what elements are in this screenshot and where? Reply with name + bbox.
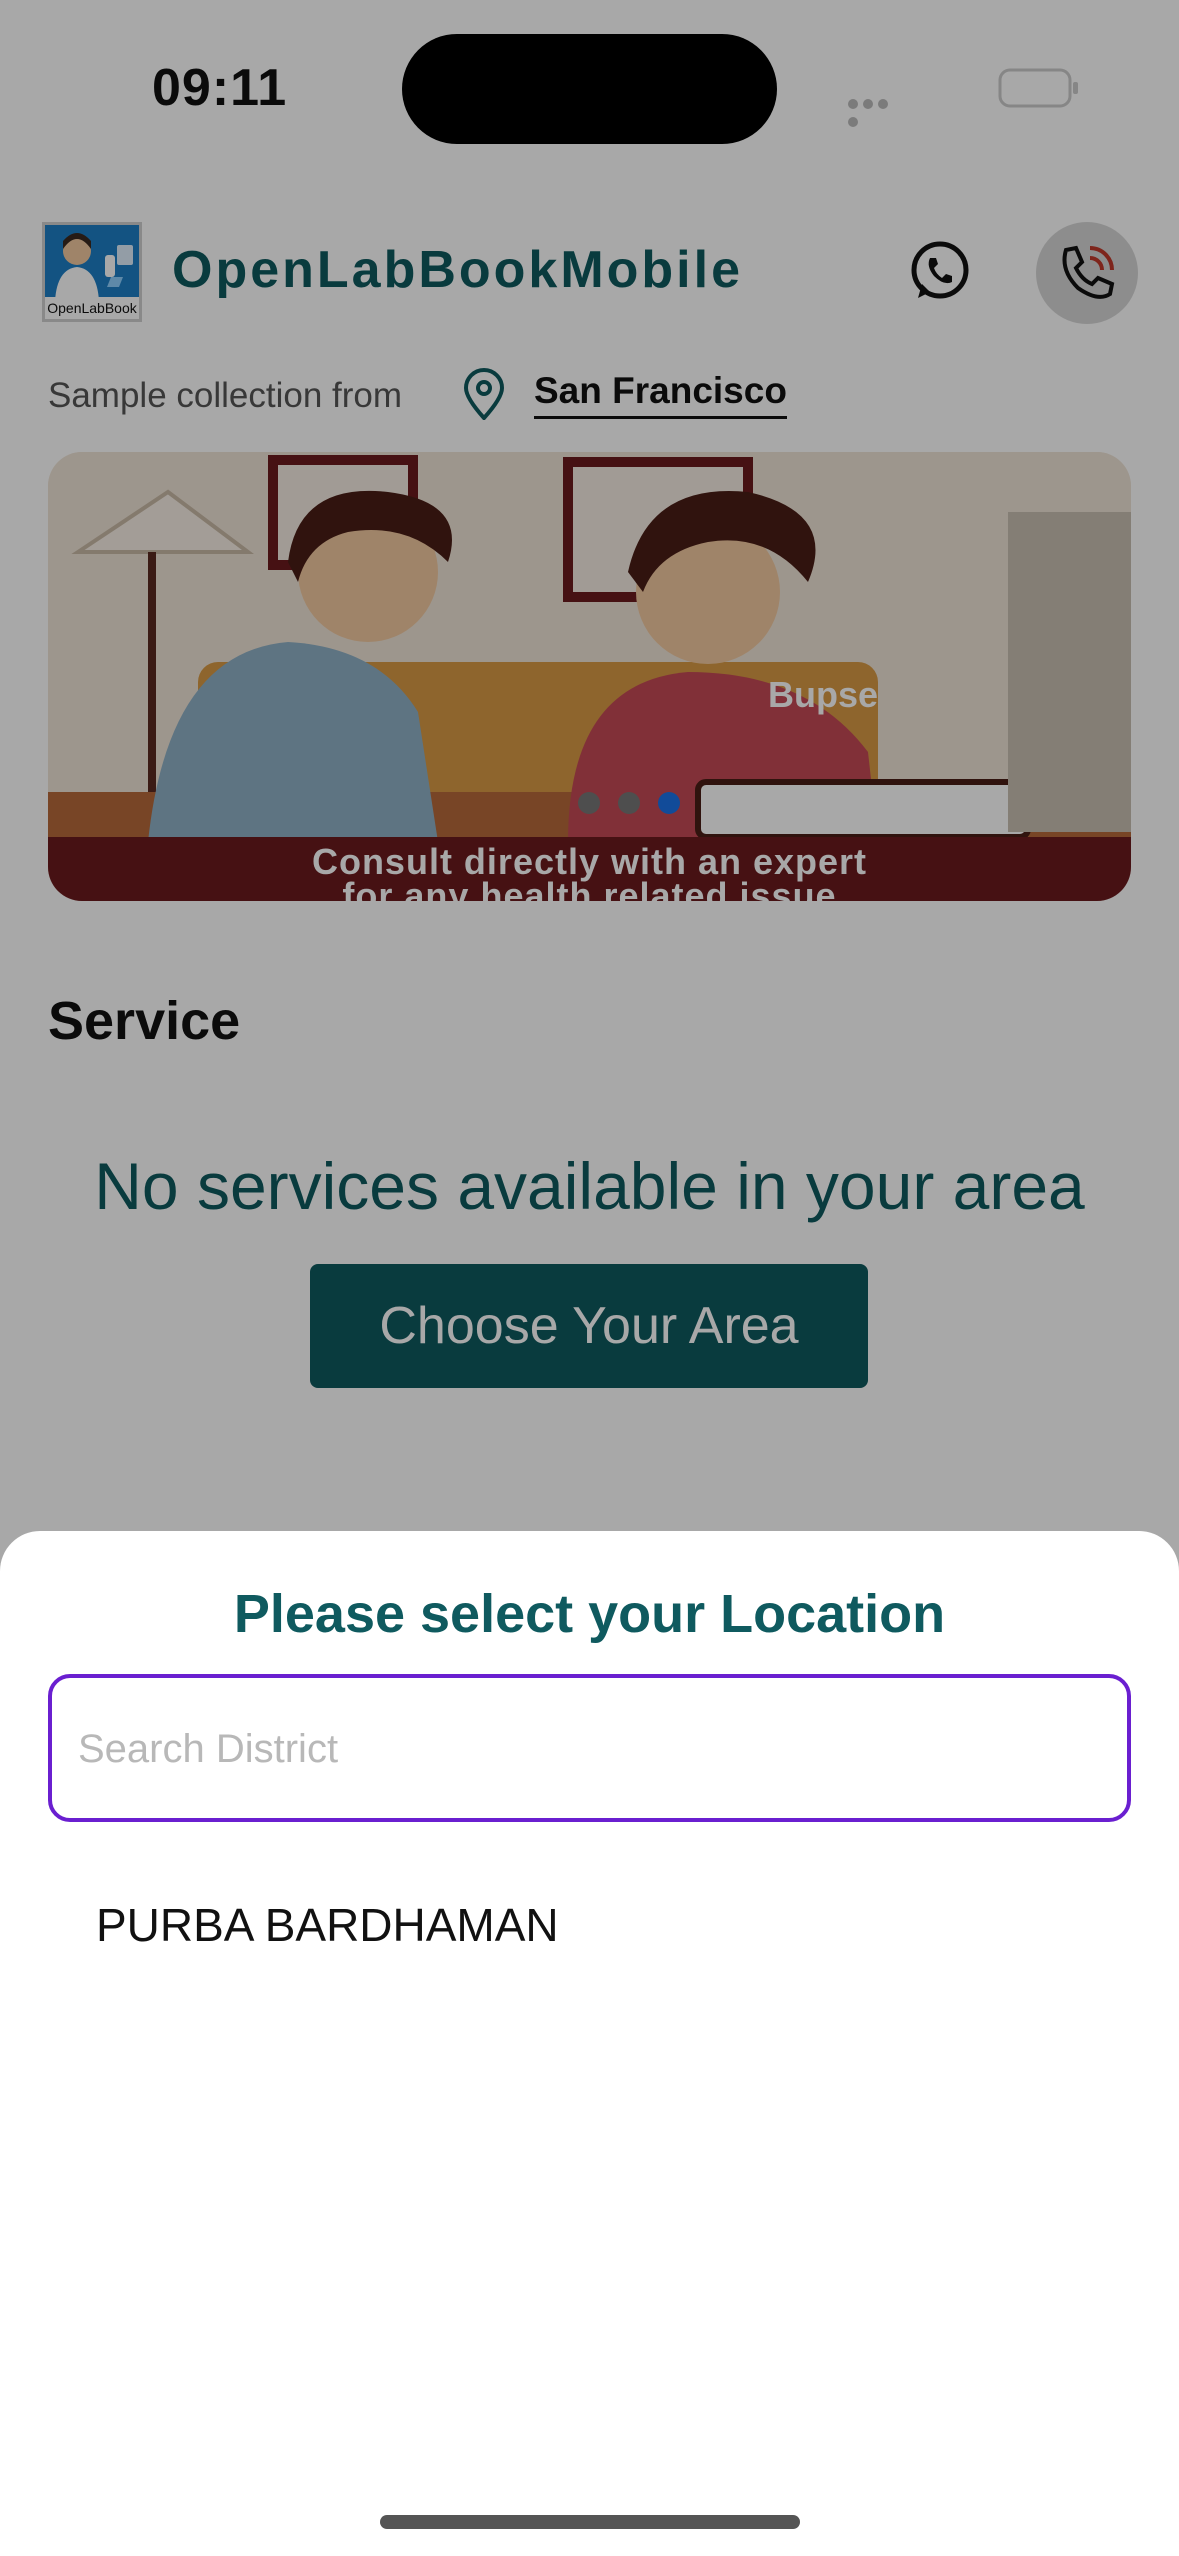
location-bottom-sheet: Please select your Location <box>0 1531 1179 2556</box>
sheet-title: Please select your Location <box>233 1584 946 1644</box>
district-search-field[interactable] <box>48 1674 1131 1822</box>
district-search-input[interactable] <box>76 1678 1100 1820</box>
district-list-item[interactable]: PURBA BARDHAMAN <box>96 1898 559 1952</box>
app-screen: 09:11 OpenLabBook OpenLabBookMobile Samp… <box>0 0 1179 2556</box>
home-indicator[interactable] <box>380 2515 800 2529</box>
